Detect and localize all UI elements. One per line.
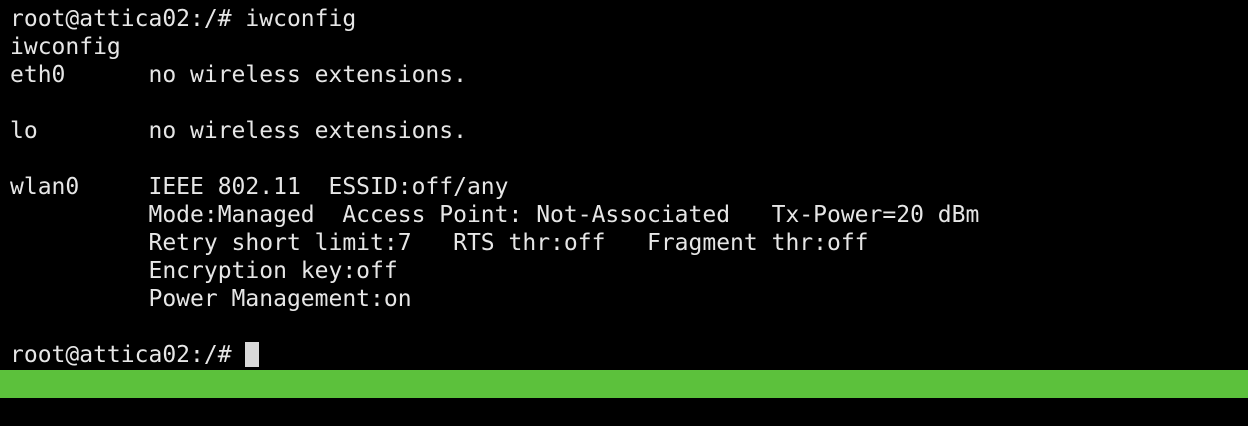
terminal-prompt: root@attica02:/#	[10, 342, 246, 368]
terminal-line-lo: lo no wireless extensions.	[10, 118, 467, 144]
terminal-window[interactable]: root@attica02:/# iwconfig iwconfig eth0 …	[0, 0, 1248, 402]
terminal-line-eth0: eth0 no wireless extensions.	[10, 62, 467, 88]
tmux-status-bar: [0] 0:sudo- 1:nc*	[0, 370, 1248, 425]
terminal-line-prompt-command: root@attica02:/# iwconfig	[10, 6, 357, 32]
terminal-line-echo: iwconfig	[10, 34, 121, 60]
text-cursor	[245, 342, 260, 367]
session-indicator: [0]	[37, 399, 80, 425]
terminal-line-wlan0: wlan0 IEEE 802.11 ESSID:off/any	[10, 174, 509, 200]
bottom-border	[0, 398, 1248, 402]
terminal-line-mode: Mode:Managed Access Point: Not-Associate…	[10, 202, 980, 228]
terminal-line-retry: Retry short limit:7 RTS thr:off Fragment…	[10, 230, 869, 256]
window-list[interactable]: 0:sudo- 1:nc*	[93, 398, 273, 426]
terminal-line-encryption: Encryption key:off	[10, 258, 398, 284]
terminal-prompt-line[interactable]: root@attica02:/#	[10, 341, 260, 369]
terminal-line-power: Power Management:on	[10, 286, 412, 312]
